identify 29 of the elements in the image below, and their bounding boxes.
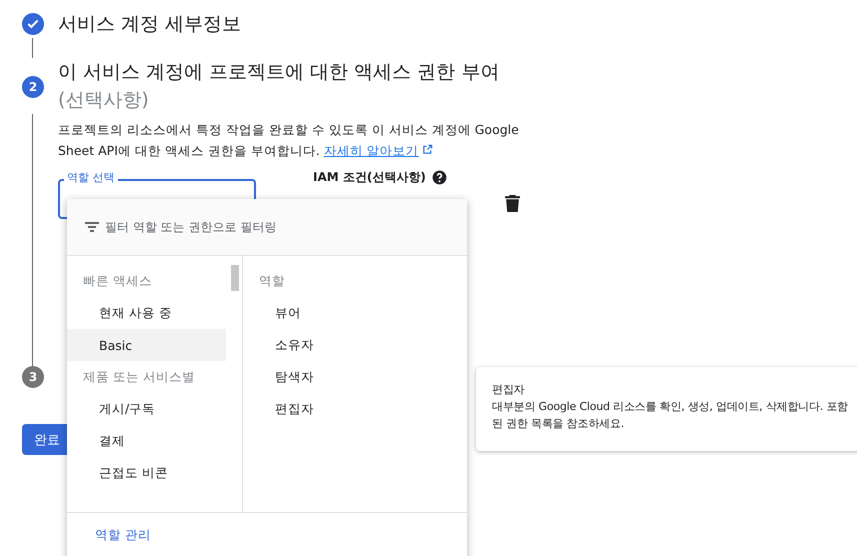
step-title: 이 서비스 계정에 프로젝트에 대한 액세스 권한 부여 [58, 60, 500, 85]
scrollbar-thumb[interactable] [231, 265, 239, 291]
role-item[interactable]: 탐색자 [243, 361, 402, 393]
trash-icon[interactable] [505, 195, 520, 212]
external-link-icon [422, 144, 433, 155]
role-item[interactable]: 편집자 [243, 393, 402, 425]
help-icon[interactable] [432, 170, 447, 185]
step-number: 3 [22, 366, 44, 388]
role-item[interactable]: 뷰어 [243, 297, 402, 329]
tooltip-title: 편집자 [492, 382, 526, 398]
tooltip-text: 대부분의 Google Cloud 리소스를 확인, 생성, 업데이트, 삭제합니다. 포함된 권한 목록을 참조하세요. [492, 399, 849, 432]
roles-header: 역할 [258, 272, 286, 290]
category-item[interactable]: Basic [67, 329, 226, 361]
iam-condition-label: IAM 조건(선택사항) [313, 169, 426, 186]
role-item[interactable]: 소유자 [243, 329, 402, 361]
step-number: 2 [22, 76, 44, 98]
filter-field[interactable]: 필터 역할 또는 권한으로 필터링 [67, 199, 467, 256]
field-label: 역할 선택 [64, 171, 118, 185]
category-item[interactable]: 근접도 비콘 [67, 457, 226, 489]
category-item[interactable]: 현재 사용 중 [67, 297, 226, 329]
category-header: 빠른 액세스 [82, 272, 153, 290]
filter-icon [85, 222, 99, 232]
optional-label: (선택사항) [58, 88, 150, 113]
step-title: 서비스 계정 세부정보 [58, 12, 242, 37]
description-text: 프로젝트의 리소스에서 특정 작업을 완료할 수 있도록 이 서비스 계정에 Google Sheet API에 대한 액세스 권한을 부여합니다. 자세히 알아보기 [58, 121, 520, 160]
manage-roles-link[interactable]: 역할 관리 [95, 527, 467, 544]
category-header: 제품 또는 서비스별 [82, 368, 196, 386]
learn-more-link[interactable]: 자세히 알아보기 [324, 143, 433, 158]
category-item[interactable]: 게시/구독 [67, 393, 226, 425]
